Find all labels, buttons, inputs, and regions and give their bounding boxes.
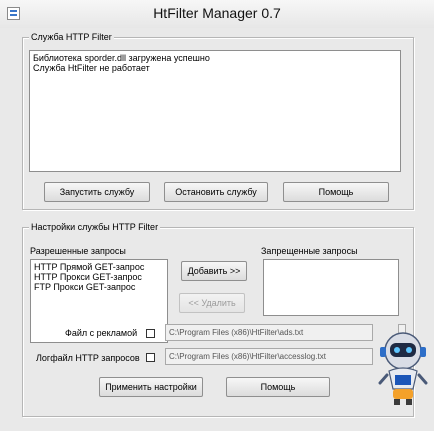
- log-line: Служба HtFilter не работает: [33, 63, 150, 73]
- ad-file-path-field[interactable]: C:\Program Files (x86)\HtFilter\ads.txt: [165, 324, 373, 341]
- stop-service-button[interactable]: Остановить службу: [164, 182, 268, 202]
- settings-group: Настройки службы HTTP Filter Разрешенные…: [22, 222, 414, 417]
- ad-file-checkbox[interactable]: [146, 329, 155, 338]
- settings-help-button[interactable]: Помощь: [226, 377, 330, 397]
- log-line: Библиотека sporder.dll загружена успешно: [33, 53, 210, 63]
- apply-settings-button[interactable]: Применить настройки: [99, 377, 203, 397]
- service-group: Служба HTTP Filter Библиотека sporder.dl…: [22, 32, 414, 210]
- settings-group-legend: Настройки службы HTTP Filter: [29, 222, 161, 232]
- service-help-button[interactable]: Помощь: [283, 182, 389, 202]
- service-log-list[interactable]: Библиотека sporder.dll загружена успешно…: [29, 50, 401, 172]
- log-file-checkbox[interactable]: [146, 353, 155, 362]
- service-group-legend: Служба HTTP Filter: [29, 32, 114, 42]
- log-file-path-field[interactable]: C:\Program Files (x86)\HtFilter\accesslo…: [165, 348, 373, 365]
- forbidden-requests-label: Запрещенные запросы: [261, 246, 358, 256]
- remove-button[interactable]: << Удалить: [179, 293, 245, 313]
- title-bar: HtFilter Manager 0.7: [0, 0, 434, 28]
- list-item[interactable]: FTP Прокси GET-запрос: [34, 282, 164, 292]
- list-item[interactable]: HTTP Прямой GET-запрос: [34, 262, 164, 272]
- log-file-label: Логфайл HTTP запросов: [36, 353, 140, 363]
- allowed-requests-label: Разрешенные запросы: [30, 246, 126, 256]
- list-item[interactable]: HTTP Прокси GET-запрос: [34, 272, 164, 282]
- add-button[interactable]: Добавить >>: [181, 261, 247, 281]
- start-service-button[interactable]: Запустить службу: [44, 182, 150, 202]
- window-title: HtFilter Manager 0.7: [153, 5, 281, 21]
- ad-file-label: Файл с рекламой: [65, 328, 138, 338]
- forbidden-requests-list[interactable]: [263, 259, 399, 316]
- robot-mascot-icon: [378, 332, 428, 405]
